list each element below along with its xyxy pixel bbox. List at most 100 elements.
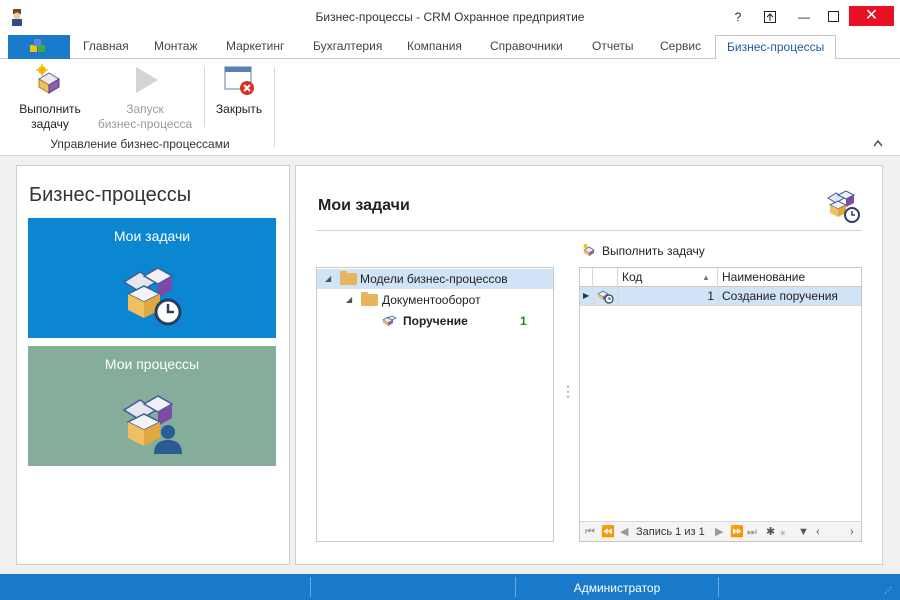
last-page-icon[interactable]: ⏭ <box>747 522 757 542</box>
execute-task-link[interactable]: Выполнить задачу <box>582 243 705 258</box>
help-button[interactable]: ? <box>724 6 752 28</box>
folder-icon <box>361 292 378 306</box>
first-page-icon[interactable]: ⏮ <box>585 522 595 542</box>
tile-my-processes-label: Мои процессы <box>104 356 200 372</box>
close-button[interactable]: Закрыть <box>212 63 266 117</box>
current-user: Администратор <box>573 581 661 595</box>
processes-user-icon <box>120 390 186 456</box>
column-header-code[interactable]: Код ▲ <box>618 268 718 287</box>
start-process-label-1: Запуск <box>126 102 164 116</box>
execute-task-link-label: Выполнить задачу <box>602 244 705 258</box>
column-header-code-label: Код <box>622 270 643 284</box>
start-process-button[interactable]: Запуск бизнес-процесса <box>94 63 196 132</box>
row-indicator-icon: ▶ <box>583 291 590 300</box>
tab-marketing[interactable]: Маркетинг <box>226 39 284 53</box>
resize-grip-icon[interactable]: ⋰ <box>884 586 892 595</box>
splitter-handle[interactable]: · · · <box>566 380 570 402</box>
execute-task-label-2: задачу <box>31 117 69 131</box>
column-header-name[interactable]: Наименование <box>718 268 861 287</box>
maximize-button[interactable] <box>820 6 848 28</box>
ribbon-group-label: Управление бизнес-процессами <box>50 137 230 151</box>
title-divider <box>316 230 862 231</box>
table-row[interactable]: ▶ 1 Создание поручения <box>580 287 861 306</box>
close-window-icon <box>222 63 256 97</box>
process-tree[interactable]: ◢ Модели бизнес-процессов ◢ Документообо… <box>316 267 554 542</box>
collapse-triangle-icon[interactable]: ◢ <box>325 269 331 289</box>
tile-my-processes[interactable]: Мои процессы <box>28 346 276 466</box>
next-page-icon[interactable]: ⏩ <box>730 522 744 542</box>
status-separator <box>718 577 719 597</box>
cell-name: Создание поручения <box>722 289 838 303</box>
tab-accounting[interactable]: Бухгалтерия <box>313 39 382 53</box>
execute-task-label-1: Выполнить <box>19 102 81 116</box>
tab-main[interactable]: Главная <box>83 39 129 53</box>
sort-ascending-icon: ▲ <box>702 273 710 282</box>
scroll-left-icon[interactable]: ‹ <box>816 522 820 542</box>
tree-node-label: Документооборот <box>382 293 481 307</box>
tab-reports[interactable]: Отчеты <box>592 39 633 53</box>
status-separator <box>515 577 516 597</box>
restore-ribbon-button[interactable] <box>756 6 784 28</box>
duplicate-record-icon[interactable]: ⁎ <box>780 522 786 542</box>
status-separator <box>310 577 311 597</box>
tab-company[interactable]: Компания <box>407 39 462 53</box>
close-label: Закрыть <box>215 102 263 116</box>
close-window-button[interactable]: ✕ <box>849 6 894 26</box>
tree-node-assignment[interactable]: Поручение 1 <box>317 311 553 331</box>
ribbon-tabbar: Главная Монтаж Маркетинг Бухгалтерия Ком… <box>0 34 900 60</box>
tree-node-label: Модели бизнес-процессов <box>360 272 508 286</box>
minimize-button[interactable]: — <box>790 6 818 28</box>
grid-header: Код ▲ Наименование <box>580 268 861 287</box>
chevron-up-icon[interactable] <box>872 137 884 151</box>
scroll-right-icon[interactable]: › <box>850 522 854 542</box>
append-record-icon[interactable]: ✱ <box>766 522 775 542</box>
execute-task-icon <box>582 243 598 257</box>
execute-task-icon <box>33 63 67 97</box>
pin-icon <box>764 11 776 23</box>
tab-references[interactable]: Справочники <box>490 39 563 53</box>
grid-pager: ⏮ ⏪ ◀ Запись 1 из 1 ▶ ⏩ ⏭ ✱ ⁎ ▼ ‹ › <box>580 521 861 541</box>
next-record-icon[interactable]: ▶ <box>715 522 723 542</box>
tasks-clock-icon <box>120 262 186 328</box>
tab-installation[interactable]: Монтаж <box>154 39 198 53</box>
grid-indicator-header <box>580 268 593 287</box>
grid-divider <box>593 287 594 305</box>
left-panel: Бизнес-процессы Мои задачи Мои процессы <box>16 165 290 565</box>
cell-code: 1 <box>707 289 714 303</box>
tab-service[interactable]: Сервис <box>660 39 701 53</box>
status-bar: Администратор ⋰ <box>0 574 900 600</box>
main-area: Бизнес-процессы Мои задачи Мои процессы <box>0 156 900 574</box>
pager-record-text: Запись 1 из 1 <box>636 526 705 538</box>
folder-icon <box>340 271 357 285</box>
maximize-icon <box>828 11 839 22</box>
right-panel: Мои задачи Выполнить задачу ◢ Модели биз… <box>295 165 883 565</box>
task-clock-icon <box>597 288 615 306</box>
tree-node-docflow[interactable]: ◢ Документооборот <box>317 290 553 310</box>
ribbon-separator <box>204 67 205 127</box>
tasks-clock-icon <box>826 188 862 224</box>
collapse-triangle-icon[interactable]: ◢ <box>346 290 352 310</box>
grid-divider <box>718 287 719 305</box>
process-model-icon <box>382 314 398 328</box>
start-process-label-2: бизнес-процесса <box>97 117 193 131</box>
left-panel-title: Бизнес-процессы <box>29 184 192 206</box>
tile-my-tasks-label: Мои задачи <box>113 228 191 244</box>
task-count-badge: 1 <box>520 314 527 328</box>
tab-business-processes[interactable]: Бизнес-процессы <box>715 35 837 60</box>
page-title: Мои задачи <box>318 197 410 214</box>
grid-icon-header <box>593 268 618 287</box>
file-menu-button[interactable] <box>8 35 70 59</box>
tasks-grid[interactable]: Код ▲ Наименование ▶ 1 Создание поручени… <box>579 267 862 542</box>
tree-node-label: Поручение <box>403 314 468 328</box>
tile-my-tasks[interactable]: Мои задачи <box>28 218 276 338</box>
ribbon-group-separator <box>274 67 275 147</box>
tree-node-models[interactable]: ◢ Модели бизнес-процессов <box>317 269 553 289</box>
ribbon-panel: Выполнить задачу Запуск бизнес-процесса … <box>0 59 900 156</box>
prev-record-icon[interactable]: ◀ <box>620 522 628 542</box>
title-bar: Бизнес-процессы - CRM Охранное предприят… <box>0 0 900 34</box>
play-icon <box>128 63 162 97</box>
execute-task-button[interactable]: Выполнить задачу <box>12 63 88 132</box>
file-menu-icon <box>30 39 45 52</box>
prev-page-icon[interactable]: ⏪ <box>601 522 615 542</box>
filter-icon[interactable]: ▼ <box>798 522 809 542</box>
